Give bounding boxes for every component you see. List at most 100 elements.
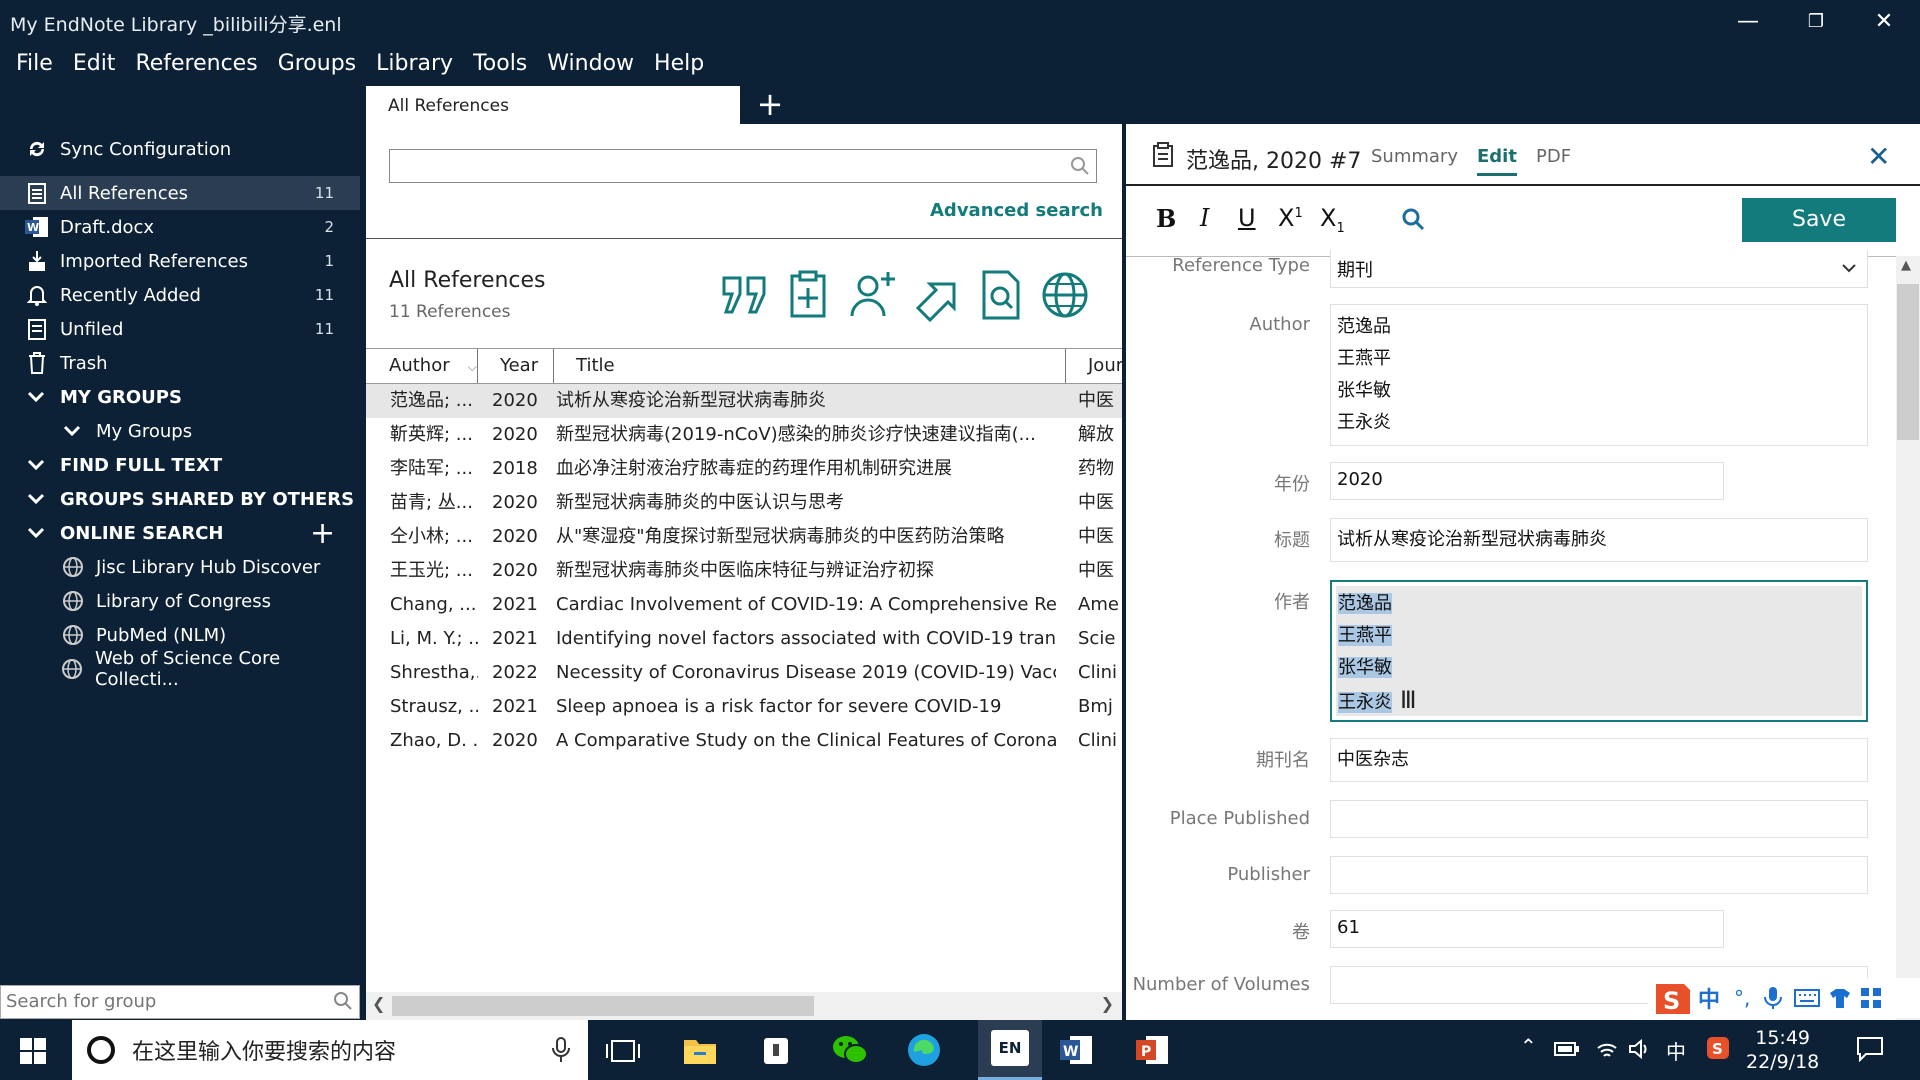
sogou-logo-icon[interactable]: S <box>1648 978 1696 1018</box>
punctuation-icon[interactable]: °, <box>1734 986 1750 1010</box>
edge-browser-icon[interactable] <box>904 1030 944 1070</box>
table-row[interactable]: Chang, ... 2021 Cardiac Involvement of COV… <box>366 588 1122 622</box>
sidebar-section-find-full-text[interactable]: FIND FULL TEXT <box>0 448 360 482</box>
file-explorer-icon[interactable] <box>680 1030 720 1070</box>
taskbar-search[interactable]: 在这里输入你要搜索的内容 <box>72 1020 588 1080</box>
menu-tools[interactable]: Tools <box>463 44 537 84</box>
add-tab-icon[interactable]: + <box>752 88 788 122</box>
notification-icon[interactable] <box>1856 1036 1884 1062</box>
author-cn-field[interactable]: 范逸品 王燕平 张华敏 王永炎 Ⅲ <box>1330 580 1868 722</box>
sogou-tray-icon[interactable]: S <box>1706 1036 1730 1060</box>
tab-all-references[interactable]: All References <box>366 86 740 124</box>
find-full-text-icon[interactable] <box>974 268 1028 322</box>
library-search-input[interactable] <box>389 149 1097 183</box>
table-row[interactable]: 仝小林; ... 2020 从"寒湿疫"角度探讨新型冠状病毒肺炎的中医药防治策略 中医 <box>366 520 1122 554</box>
sidebar-item-recently-added[interactable]: Recently Added 11 <box>0 278 360 312</box>
ime-indicator[interactable]: 中 <box>1666 1036 1686 1065</box>
menu-groups[interactable]: Groups <box>268 44 366 84</box>
italic-button[interactable]: I <box>1200 204 1209 232</box>
journal-field[interactable]: 中医杂志 <box>1330 738 1868 782</box>
toolbox-grid-icon[interactable] <box>1860 987 1882 1009</box>
sidebar-section-groups-shared[interactable]: GROUPS SHARED BY OTHERS <box>0 482 360 516</box>
minimize-icon[interactable]: — <box>1718 6 1778 38</box>
close-window-icon[interactable]: ✕ <box>1854 6 1914 38</box>
scroll-right-icon[interactable]: ❯ <box>1101 994 1114 1013</box>
menu-edit[interactable]: Edit <box>63 44 126 84</box>
superscript-button[interactable]: X1 <box>1278 204 1303 232</box>
sidebar-online-item-jisc[interactable]: Jisc Library Hub Discover <box>0 550 360 584</box>
new-reference-icon[interactable] <box>782 268 836 322</box>
table-row[interactable]: Shrestha,...2022Necessity of Coronavirus… <box>366 656 1122 690</box>
table-row[interactable]: Zhao, D. ...2020A Comparative Study on t… <box>366 724 1122 758</box>
wifi-icon[interactable] <box>1596 1040 1618 1060</box>
microphone-icon[interactable] <box>552 1036 570 1064</box>
tab-summary[interactable]: Summary <box>1371 146 1458 167</box>
tab-pdf[interactable]: PDF <box>1536 146 1571 167</box>
author-field[interactable]: 范逸品 王燕平 张华敏 王永炎 <box>1330 304 1868 446</box>
online-search-globe-icon[interactable] <box>1038 268 1092 322</box>
powerpoint-icon[interactable]: P <box>1132 1030 1172 1070</box>
sidebar-item-imported-references[interactable]: Imported References 1 <box>0 244 360 278</box>
table-row[interactable]: 王玉光; ... 2020 新型冠状病毒肺炎中医临床特征与辨证治疗初探 中医 <box>366 554 1122 588</box>
publisher-field[interactable] <box>1330 856 1868 894</box>
sidebar-item-trash[interactable]: Trash <box>0 346 360 380</box>
sidebar-online-item-wos[interactable]: Web of Science Core Collecti... <box>0 648 360 690</box>
skin-shirt-icon[interactable] <box>1828 987 1852 1009</box>
sidebar-section-online-search[interactable]: ONLINE SEARCH + <box>0 516 360 551</box>
underline-button[interactable]: U <box>1238 204 1256 232</box>
advanced-search-link[interactable]: Advanced search <box>930 200 1103 221</box>
volume-field[interactable]: 61 <box>1330 910 1724 948</box>
table-row[interactable]: Li, M. Y.; ... 2021 Identifying novel fact… <box>366 622 1122 656</box>
menu-window[interactable]: Window <box>537 44 644 84</box>
volume-icon[interactable] <box>1628 1038 1652 1060</box>
search-icon[interactable] <box>1070 156 1090 180</box>
search-icon[interactable] <box>1402 208 1426 232</box>
keyboard-icon[interactable] <box>1794 988 1821 1008</box>
tab-edit[interactable]: Edit <box>1477 146 1517 176</box>
microphone-icon[interactable] <box>1762 985 1784 1011</box>
insert-citation-icon[interactable] <box>718 268 772 322</box>
sidebar-sync-configuration[interactable]: Sync Configuration <box>0 132 360 166</box>
table-row[interactable]: 苗青; 丛... 2020 新型冠状病毒肺炎的中医认识与思考 中医 <box>366 486 1122 520</box>
title-field[interactable]: 试析从寒疫论治新型冠状病毒肺炎 <box>1330 518 1868 562</box>
app-store-bag-icon[interactable] <box>756 1030 796 1070</box>
table-row[interactable]: Strausz, ... 2021 Sleep apnoea is a risk f… <box>366 690 1122 724</box>
windows-start-icon[interactable] <box>20 1038 46 1064</box>
sidebar-item-my-groups[interactable]: My Groups <box>0 414 360 448</box>
sidebar-item-all-references[interactable]: All References 11 <box>0 176 360 210</box>
export-arrow-icon[interactable] <box>910 268 964 322</box>
sidebar-item-unfiled[interactable]: Unfiled 11 <box>0 312 360 346</box>
horizontal-scroll-thumb[interactable] <box>392 996 814 1016</box>
ime-mode-label[interactable]: 中 <box>1698 982 1720 1014</box>
task-view-icon[interactable] <box>606 1038 640 1064</box>
endnote-taskbar-button[interactable]: EN <box>978 1020 1042 1080</box>
sidebar-section-my-groups[interactable]: MY GROUPS <box>0 380 360 414</box>
menu-references[interactable]: References <box>125 44 267 84</box>
menu-help[interactable]: Help <box>644 44 714 84</box>
scroll-left-icon[interactable]: ❮ <box>372 994 385 1013</box>
table-row[interactable]: 靳英辉; ... 2020 新型冠状病毒(2019-nCoV)感染的肺炎诊疗快速建议… <box>366 418 1122 452</box>
word-icon[interactable]: W <box>1056 1030 1096 1070</box>
wechat-icon[interactable] <box>830 1030 870 1070</box>
column-journal[interactable]: Jour <box>1066 349 1123 383</box>
taskbar-clock[interactable]: 15:49 22/9/18 <box>1746 1026 1819 1074</box>
save-button[interactable]: Save <box>1742 198 1896 242</box>
close-panel-icon[interactable]: ✕ <box>1867 140 1890 173</box>
sidebar-item-draft-docx[interactable]: W Draft.docx 2 <box>0 210 360 244</box>
add-online-search-icon[interactable]: + <box>310 516 335 551</box>
year-field[interactable]: 2020 <box>1330 462 1724 500</box>
sidebar-online-item-pubmed[interactable]: PubMed (NLM) <box>0 618 360 652</box>
restore-icon[interactable]: ❐ <box>1786 6 1846 38</box>
search-icon[interactable] <box>333 991 353 1015</box>
menu-library[interactable]: Library <box>366 44 463 84</box>
reference-type-select[interactable]: 期刊 <box>1330 250 1868 288</box>
table-row[interactable]: 李陆军; ... 2018 血必净注射液治疗脓毒症的药理作用机制研究进展 药物 <box>366 452 1122 486</box>
group-search-input[interactable] <box>1 986 321 1016</box>
battery-icon[interactable] <box>1554 1040 1580 1058</box>
subscript-button[interactable]: X1 <box>1320 204 1345 236</box>
vertical-scroll-thumb[interactable] <box>1897 284 1919 440</box>
menu-file[interactable]: File <box>6 44 63 84</box>
scroll-up-icon[interactable]: ▲ <box>1901 258 1911 273</box>
place-published-field[interactable] <box>1330 800 1868 838</box>
column-title[interactable]: Title <box>554 349 1066 383</box>
